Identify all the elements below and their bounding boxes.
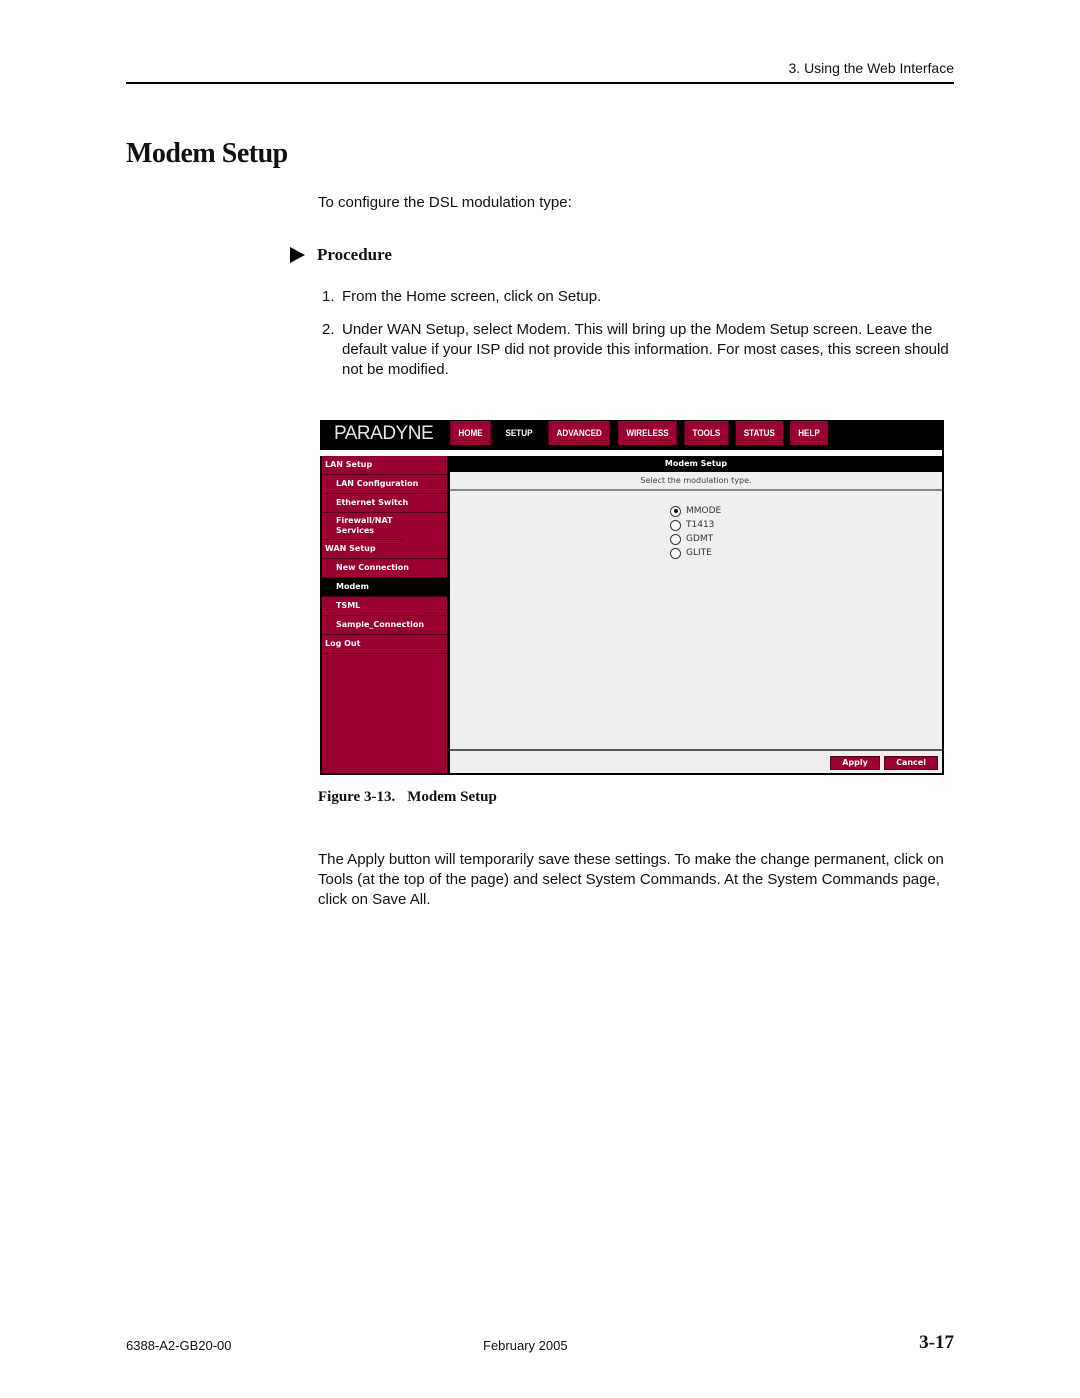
radio-label: MMODE [686, 506, 722, 516]
content-title: Modem Setup [450, 456, 942, 472]
tab-status[interactable]: STATUS [735, 421, 784, 445]
step-text: From the Home screen, click on Setup. [342, 288, 602, 305]
sidebar: LAN Setup LAN Configuration Ethernet Swi… [322, 456, 447, 773]
content-panel: Modem Setup Select the modulation type. … [450, 456, 942, 773]
step-number: 1. [322, 288, 335, 305]
radio-unchecked-icon[interactable] [670, 533, 681, 545]
radio-label: T1413 [686, 520, 715, 530]
tab-wireless[interactable]: WIRELESS [618, 421, 678, 445]
main-tabs: HOME SETUP ADVANCED WIRELESS TOOLS STATU… [448, 421, 832, 445]
page-title: Modem Setup [126, 138, 288, 169]
footer-date: February 2005 [483, 1338, 568, 1353]
footer-page-number: 3-17 [919, 1332, 954, 1353]
sidebar-item-log-out[interactable]: Log Out [322, 635, 447, 654]
procedure-label: Procedure [317, 245, 392, 264]
modulation-radio-group: MMODE T1413 GDMT GLITE [670, 504, 721, 560]
sidebar-item-lan-configuration[interactable]: LAN Configuration [322, 475, 447, 494]
tab-home[interactable]: HOME [450, 421, 491, 445]
apply-button[interactable]: Apply [830, 756, 880, 770]
radio-label: GLITE [686, 548, 712, 558]
tab-advanced[interactable]: ADVANCED [548, 421, 610, 445]
tab-setup[interactable]: SETUP [497, 421, 541, 445]
figure-number: Figure 3-13. [318, 789, 396, 805]
body-paragraph: The Apply button will temporarily save t… [318, 851, 944, 908]
sidebar-item-modem[interactable]: Modem [322, 578, 447, 597]
sidebar-item-new-connection[interactable]: New Connection [322, 559, 447, 578]
intro-text: To configure the DSL modulation type: [318, 194, 572, 211]
figure-title: Modem Setup [407, 789, 497, 805]
cancel-button[interactable]: Cancel [884, 756, 938, 770]
triangle-bullet-icon [290, 247, 305, 263]
header-rule [126, 82, 954, 84]
top-nav-bar: PARADYNE HOME SETUP ADVANCED WIRELESS TO… [320, 420, 944, 448]
sidebar-item-wan-setup[interactable]: WAN Setup [322, 540, 447, 559]
radio-option-gdmt[interactable]: GDMT [670, 532, 721, 546]
radio-unchecked-icon[interactable] [670, 547, 681, 559]
paradyne-logo: PARADYNE [334, 423, 434, 444]
modem-setup-screenshot: PARADYNE HOME SETUP ADVANCED WIRELESS TO… [320, 420, 944, 775]
radio-option-mmode[interactable]: MMODE [670, 504, 721, 518]
sidebar-item-tsml[interactable]: TSML [322, 597, 447, 616]
tab-help[interactable]: HELP [789, 421, 828, 445]
radio-option-t1413[interactable]: T1413 [670, 518, 721, 532]
step-number: 2. [322, 321, 335, 338]
procedure-heading: Procedure [290, 245, 392, 265]
procedure-steps: 1. From the Home screen, click on Setup.… [322, 287, 962, 393]
step-text: Under WAN Setup, select Modem. This will… [342, 321, 949, 378]
tab-tools[interactable]: TOOLS [684, 421, 729, 445]
step: 1. From the Home screen, click on Setup. [322, 287, 962, 307]
sidebar-item-sample-connection[interactable]: Sample_Connection [322, 616, 447, 635]
figure-caption: Figure 3-13. Modem Setup [318, 789, 509, 806]
radio-unchecked-icon[interactable] [670, 519, 681, 531]
running-head: 3. Using the Web Interface [788, 60, 955, 76]
content-subtitle: Select the modulation type. [450, 472, 942, 491]
footer-doc-id: 6388-A2-GB20-00 [126, 1338, 232, 1353]
sidebar-item-firewall-nat[interactable]: Firewall/NAT Services [322, 513, 402, 540]
sidebar-item-lan-setup[interactable]: LAN Setup [322, 456, 447, 475]
content-footer: Apply Cancel [450, 749, 942, 773]
step: 2. Under WAN Setup, select Modem. This w… [322, 320, 962, 380]
radio-option-glite[interactable]: GLITE [670, 546, 721, 560]
radio-label: GDMT [686, 534, 714, 544]
radio-checked-icon[interactable] [670, 505, 681, 517]
sidebar-item-ethernet-switch[interactable]: Ethernet Switch [322, 494, 447, 513]
